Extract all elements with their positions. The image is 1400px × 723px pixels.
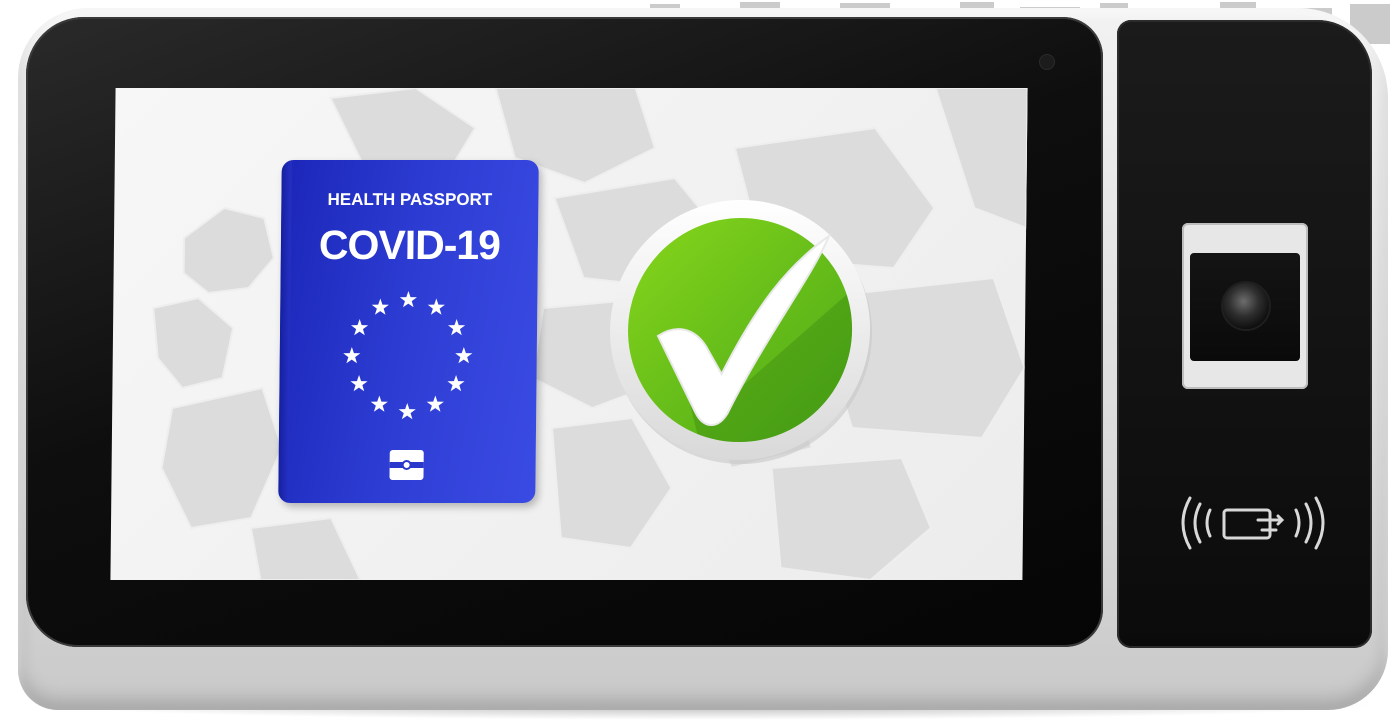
display-screen: HEALTH PASSPORT COVID-19	[110, 88, 1028, 580]
camera-lens-icon	[1223, 283, 1269, 329]
scanner-lens-housing	[1190, 253, 1300, 361]
checkmark-icon	[610, 200, 873, 464]
europe-map-background	[152, 88, 1028, 580]
passport-header-text: HEALTH PASSPORT	[327, 190, 493, 209]
scene: HEALTH PASSPORT COVID-19	[0, 0, 1400, 723]
health-passport-card: HEALTH PASSPORT COVID-19	[278, 160, 539, 503]
scanner-window	[1182, 223, 1308, 389]
chip-icon	[389, 450, 424, 480]
nfc-contactless-icon	[1181, 496, 1325, 550]
eu-stars-icon	[343, 291, 473, 420]
passport-title-text: COVID-19	[318, 222, 501, 268]
front-camera-icon	[1040, 55, 1054, 69]
